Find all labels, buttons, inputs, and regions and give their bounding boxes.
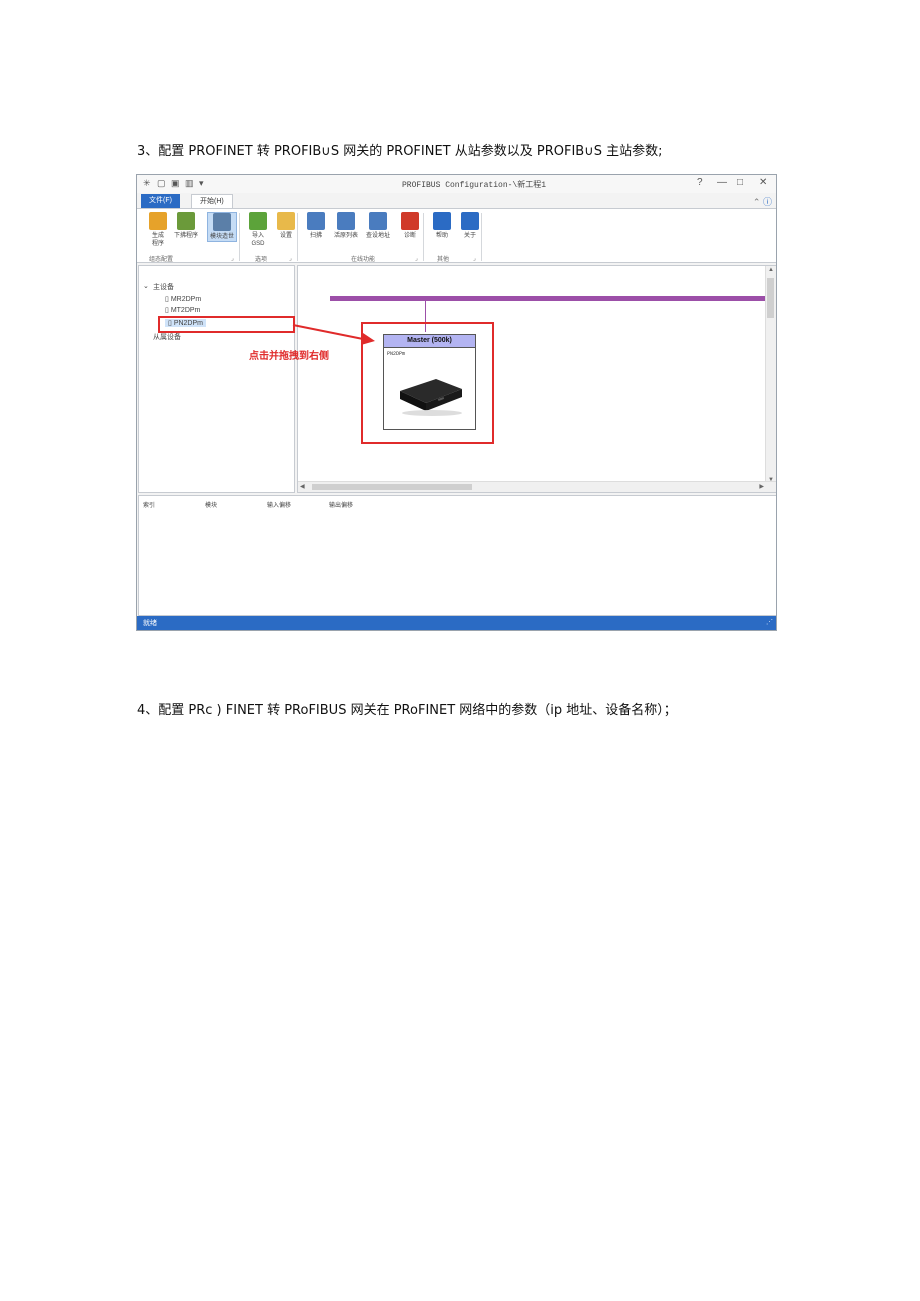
- info-icon: [461, 212, 479, 230]
- ribbon-button-label: 帮助: [435, 233, 448, 239]
- tree-item-mr2dpm[interactable]: ▯ MR2DPm: [165, 295, 201, 303]
- ribbon-group-separator: [423, 213, 424, 261]
- master-box-title: Master (500k): [384, 335, 475, 348]
- profibus-line: [330, 296, 766, 301]
- column-output-offset[interactable]: 输出偏移: [329, 500, 353, 509]
- drag-instruction: 点击并拖拽到右侧: [249, 351, 329, 362]
- scroll-left-icon[interactable]: ◀: [300, 483, 305, 490]
- folder-icon[interactable]: ▥: [185, 178, 194, 189]
- tree-item-mt2dpm[interactable]: ▯ MT2DPm: [165, 306, 200, 314]
- ribbon-button-import[interactable]: 导入 GSD: [243, 212, 273, 248]
- ribbon-button-label: 下拂程序: [173, 233, 198, 239]
- master-box-subtitle: PN2DPm: [387, 351, 406, 357]
- ribbon-button-download[interactable]: 下拂程序: [171, 212, 201, 240]
- ribbon-button-module[interactable]: 模块造世: [207, 212, 237, 242]
- new-icon[interactable]: ✳: [143, 178, 151, 189]
- ribbon-button-label: 导入 GSD: [251, 233, 265, 247]
- tab-file[interactable]: 文件(F): [141, 194, 180, 208]
- ribbon-button-label: 活原列表: [333, 233, 358, 239]
- column-module[interactable]: 模块: [205, 500, 217, 509]
- minimize-button[interactable]: —: [717, 177, 727, 188]
- ribbon-group-separator: [239, 213, 240, 261]
- vertical-scrollbar[interactable]: ▲ ▼: [765, 266, 776, 484]
- drop-target-highlight: Master (500k) PN2DPm: [361, 322, 494, 444]
- collapse-ribbon-icon[interactable]: ⌃: [753, 197, 761, 207]
- address-icon: [369, 212, 387, 230]
- column-input-offset[interactable]: 输入偏移: [267, 500, 291, 509]
- status-text: 就绪: [143, 620, 157, 627]
- scan-icon: [307, 212, 325, 230]
- scroll-right-icon[interactable]: ▶: [759, 483, 764, 490]
- group-launcher-icon[interactable]: ⌟: [231, 255, 234, 262]
- ribbon-group-label: 组态配置: [149, 257, 174, 263]
- window-title: PROFIBUS Configuration-\新工程1: [402, 181, 547, 190]
- close-button[interactable]: ✕: [759, 177, 767, 188]
- ribbon-button-list[interactable]: 活原列表: [331, 212, 361, 240]
- open-icon[interactable]: ▢: [157, 178, 166, 189]
- settings-icon: [277, 212, 295, 230]
- tab-start[interactable]: 开始(H): [191, 194, 233, 208]
- ribbon-group-label: 其他: [437, 257, 450, 263]
- resize-grip-icon[interactable]: ⋰: [766, 618, 773, 626]
- ribbon-group-separator: [297, 213, 298, 261]
- column-index[interactable]: 索引: [143, 500, 155, 509]
- list-icon: [337, 212, 355, 230]
- ribbon-button-help[interactable]: 帮助: [427, 212, 457, 240]
- ribbon-button-label: 生成 程序: [151, 233, 164, 247]
- bricks-icon: [149, 212, 167, 230]
- quick-access-dropdown-icon[interactable]: ▾: [199, 178, 204, 189]
- horizontal-scrollbar[interactable]: ◀ ▶: [298, 481, 776, 492]
- file-icon: ▯: [165, 307, 169, 314]
- ribbon-group-label: 选项: [255, 257, 268, 263]
- ribbon-help-tools: ⌃ ⓘ: [753, 195, 772, 208]
- module-table: 索引 模块 输入偏移 输出偏移: [138, 495, 776, 616]
- ribbon-button-label: 查设地址: [365, 233, 390, 239]
- help-circle-icon[interactable]: ⓘ: [763, 197, 772, 207]
- ribbon: 生成 程序 下拂程序 模块造世 导入 GSD 设置 扫拂 活原列表 查设地址 诊断 帮助 关于 组态配…: [137, 208, 776, 263]
- ribbon-group-separator: [481, 213, 482, 261]
- help-icon: [433, 212, 451, 230]
- ribbon-button-label: 诊断: [403, 233, 416, 239]
- ribbon-button-scan[interactable]: 扫拂: [301, 212, 331, 240]
- step3-caption: 3、配置 PROFINET 转 PROFIB∪S 网关的 PROFINET 从站…: [137, 144, 663, 159]
- tree-expand-icon[interactable]: ⌄: [143, 282, 149, 290]
- step4-caption: 4、配置 PRc ) FINET 转 PRoFIBUS 网关在 PRoFINET…: [137, 703, 677, 718]
- diagnose-icon: [401, 212, 419, 230]
- maximize-button[interactable]: □: [737, 177, 743, 188]
- tree-node-slave[interactable]: 从属设备: [153, 332, 181, 342]
- ribbon-button-label: 模块造世: [209, 234, 234, 240]
- ribbon-button-bricks[interactable]: 生成 程序: [143, 212, 173, 248]
- ribbon-tabs: 文件(F) 开始(H): [137, 194, 776, 208]
- ribbon-button-diagnose[interactable]: 诊断: [395, 212, 425, 240]
- file-icon: ▯: [165, 296, 169, 303]
- ribbon-button-address[interactable]: 查设地址: [363, 212, 393, 240]
- master-device-box[interactable]: Master (500k) PN2DPm: [383, 334, 476, 430]
- help-window-button[interactable]: ?: [697, 177, 703, 188]
- group-launcher-icon[interactable]: ⌟: [473, 255, 476, 262]
- save-icon[interactable]: ▣: [171, 178, 180, 189]
- module-icon: [213, 213, 231, 231]
- status-bar: 就绪 ⋰: [137, 616, 776, 630]
- import-icon: [249, 212, 267, 230]
- group-launcher-icon[interactable]: ⌟: [289, 255, 292, 262]
- download-icon: [177, 212, 195, 230]
- title-bar: ✳ ▢ ▣ ▥ ▾ PROFIBUS Configuration-\新工程1 ?…: [137, 175, 776, 193]
- tree-node-master[interactable]: 主设备: [153, 282, 174, 292]
- app-window-screenshot: ✳ ▢ ▣ ▥ ▾ PROFIBUS Configuration-\新工程1 ?…: [136, 174, 777, 631]
- network-canvas[interactable]: Master (500k) PN2DPm ▲ ▼ ◀ ▶: [297, 265, 776, 493]
- ribbon-button-label: 扫拂: [309, 233, 322, 239]
- ribbon-group-label: 在线功能: [351, 257, 376, 263]
- gateway-device-image: [400, 379, 462, 416]
- tree-item-highlight-box: [158, 316, 295, 333]
- scroll-up-icon[interactable]: ▲: [768, 267, 774, 273]
- group-launcher-icon[interactable]: ⌟: [415, 255, 418, 262]
- scroll-thumb[interactable]: [767, 278, 774, 318]
- hscroll-thumb[interactable]: [312, 484, 472, 490]
- device-tree-panel: ⌄ 主设备 ▯ MR2DPm ▯ MT2DPm ▯ PN2DPm 从属设备: [138, 265, 295, 493]
